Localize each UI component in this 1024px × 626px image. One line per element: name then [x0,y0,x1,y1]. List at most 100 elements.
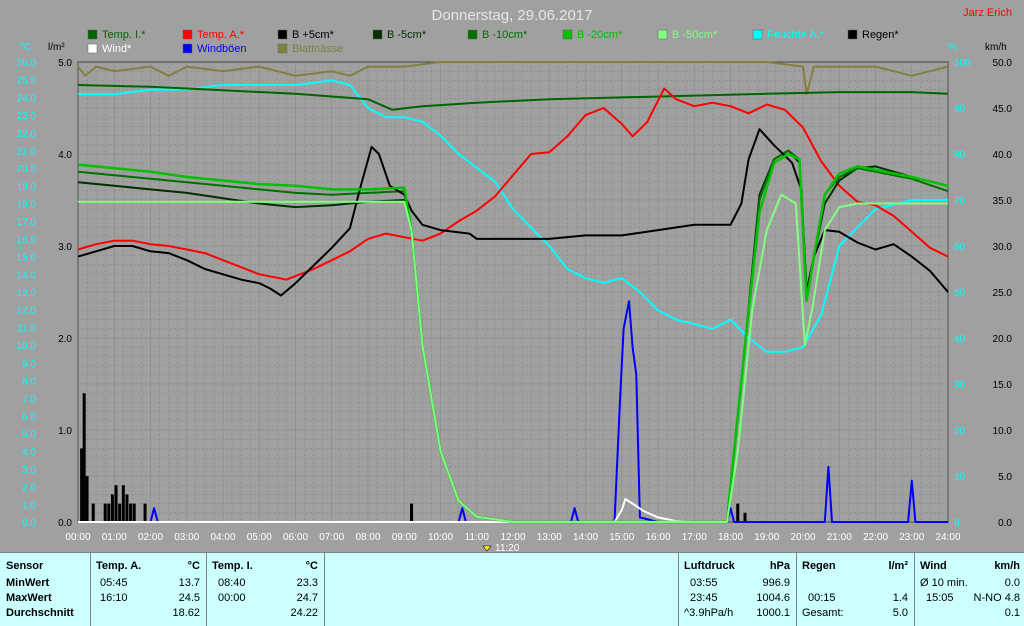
humidity-tick-label: 50 [954,288,966,299]
rain-bar [118,503,122,522]
legend-swatch [657,29,668,40]
wind-tick-label: 15.0 [993,380,1013,391]
wind-tick-label: 10.0 [993,426,1013,437]
rain-bar [132,503,136,522]
temp-i-min-time: 08:40 [218,577,246,589]
temp-tick-label: 13.0 [17,288,37,299]
rain-bar [121,485,125,522]
pressure-max-time: 23:45 [690,592,718,604]
temp-a-header: Temp. A. [96,560,142,572]
wind-tick-label: 30.0 [993,242,1013,253]
now-marker: 11:20 [482,543,520,552]
wind-row3-value: 0.1 [1004,607,1020,619]
temp-tick-label: 4.0 [22,447,36,458]
time-tick-label: 15:00 [609,532,634,543]
time-tick-label: 10:00 [428,532,453,543]
wind-tick-label: 0.0 [998,518,1012,529]
humidity-tick-label: 30 [954,380,966,391]
legend-swatch [182,43,193,54]
temp-tick-label: 14.0 [17,270,37,281]
rain-row2-label: 00:15 [808,592,836,604]
legend-label: B -20cm* [577,29,623,41]
humidity-tick-label: 60 [954,242,966,253]
time-tick-label: 05:00 [247,532,272,543]
legend-label: B -10cm* [482,29,528,41]
legend-label: Temp. I.* [102,29,146,41]
time-tick-label: 06:00 [283,532,308,543]
humidity-tick-label: 100 [954,58,971,69]
humidity-tick-label: 70 [954,196,966,207]
time-tick-label: 09:00 [392,532,417,543]
humidity-tick-label: 20 [954,426,966,437]
chart-legend: Temp. I.* Temp. A.* B +5cm* B -5cm* B -10cm*… [87,29,899,55]
rain-bar [91,503,95,522]
temp-tick-label: 23.0 [17,111,37,122]
min-row-label: MinWert [6,577,50,589]
time-tick-label: 12:00 [500,532,525,543]
sensor-header: Sensor [6,560,44,572]
humidity-tick-label: 10 [954,472,966,483]
time-tick-label: 23:00 [899,532,924,543]
legend-swatch [182,29,193,40]
legend-swatch [87,29,98,40]
time-tick-label: 18:00 [718,532,743,543]
time-tick-label: 20:00 [790,532,815,543]
temp-a-min-time: 05:45 [100,577,128,589]
temp-tick-label: 7.0 [22,394,36,405]
legend-swatch [277,29,288,40]
time-tick-label: 02:00 [138,532,163,543]
rain-total-value: 5.0 [892,607,908,619]
time-tick-label: 11:00 [465,532,490,543]
time-tick-label: 08:00 [355,532,380,543]
legend-label: Regen* [862,29,899,41]
temp-i-avg: 24.22 [290,607,318,619]
rain-bar [410,503,413,522]
now-marker-label: 11:20 [495,543,520,552]
rain-bar [114,485,118,522]
legend-swatch [752,29,763,40]
time-tick-label: 22:00 [863,532,888,543]
temp-tick-label: 20.0 [17,164,37,175]
time-tick-label: 04:00 [210,532,235,543]
temp-tick-label: 19.0 [17,182,37,193]
rain-bar [143,503,147,522]
temp-tick-label: 25.0 [17,76,37,87]
temp-tick-label: 0.0 [22,518,36,529]
temp-tick-label: 2.0 [22,483,36,494]
legend-label: B -5cm* [387,29,427,41]
temp-tick-label: 12.0 [17,306,37,317]
rain-tick-label: 3.0 [58,242,72,253]
rain-total-label: Gesamt: [802,607,844,619]
temp-i-unit: °C [305,560,318,572]
wind-max-value: N-NO 4.8 [973,592,1020,604]
rain-bar [743,512,747,522]
temp-a-max: 24.5 [178,592,200,604]
temp-tick-label: 15.0 [17,253,37,264]
pressure-trend: ^3.9hPa/h [684,607,734,619]
temp-unit: °C [20,42,31,53]
time-tick-label: 16:00 [645,532,670,543]
temp-tick-label: 24.0 [17,93,37,104]
wind-unit: km/h [985,42,1007,53]
humidity-tick-label: 80 [954,150,966,161]
pressure-header: Luftdruck [684,560,735,572]
legend-swatch [372,29,383,40]
rain-bar [736,503,740,522]
time-tick-label: 07:00 [319,532,344,543]
humidity-unit: % [948,42,957,53]
pressure-max: 1004.6 [756,592,790,604]
temp-tick-label: 21.0 [17,146,37,157]
pressure-avg: 1000.1 [756,607,790,619]
wind-tick-label: 5.0 [998,472,1012,483]
time-tick-label: 21:00 [827,532,852,543]
humidity-tick-label: 40 [954,334,966,345]
time-tick-label: 17:00 [682,532,707,543]
time-tick-label: 00:00 [65,532,90,543]
temp-tick-label: 6.0 [22,412,36,423]
pressure-min: 996.9 [762,577,790,589]
temp-tick-label: 11.0 [17,323,36,334]
wind-tick-label: 35.0 [993,196,1013,207]
rain-bar [129,503,133,522]
legend-label: B -50cm* [672,29,718,41]
time-tick-label: 19:00 [754,532,779,543]
